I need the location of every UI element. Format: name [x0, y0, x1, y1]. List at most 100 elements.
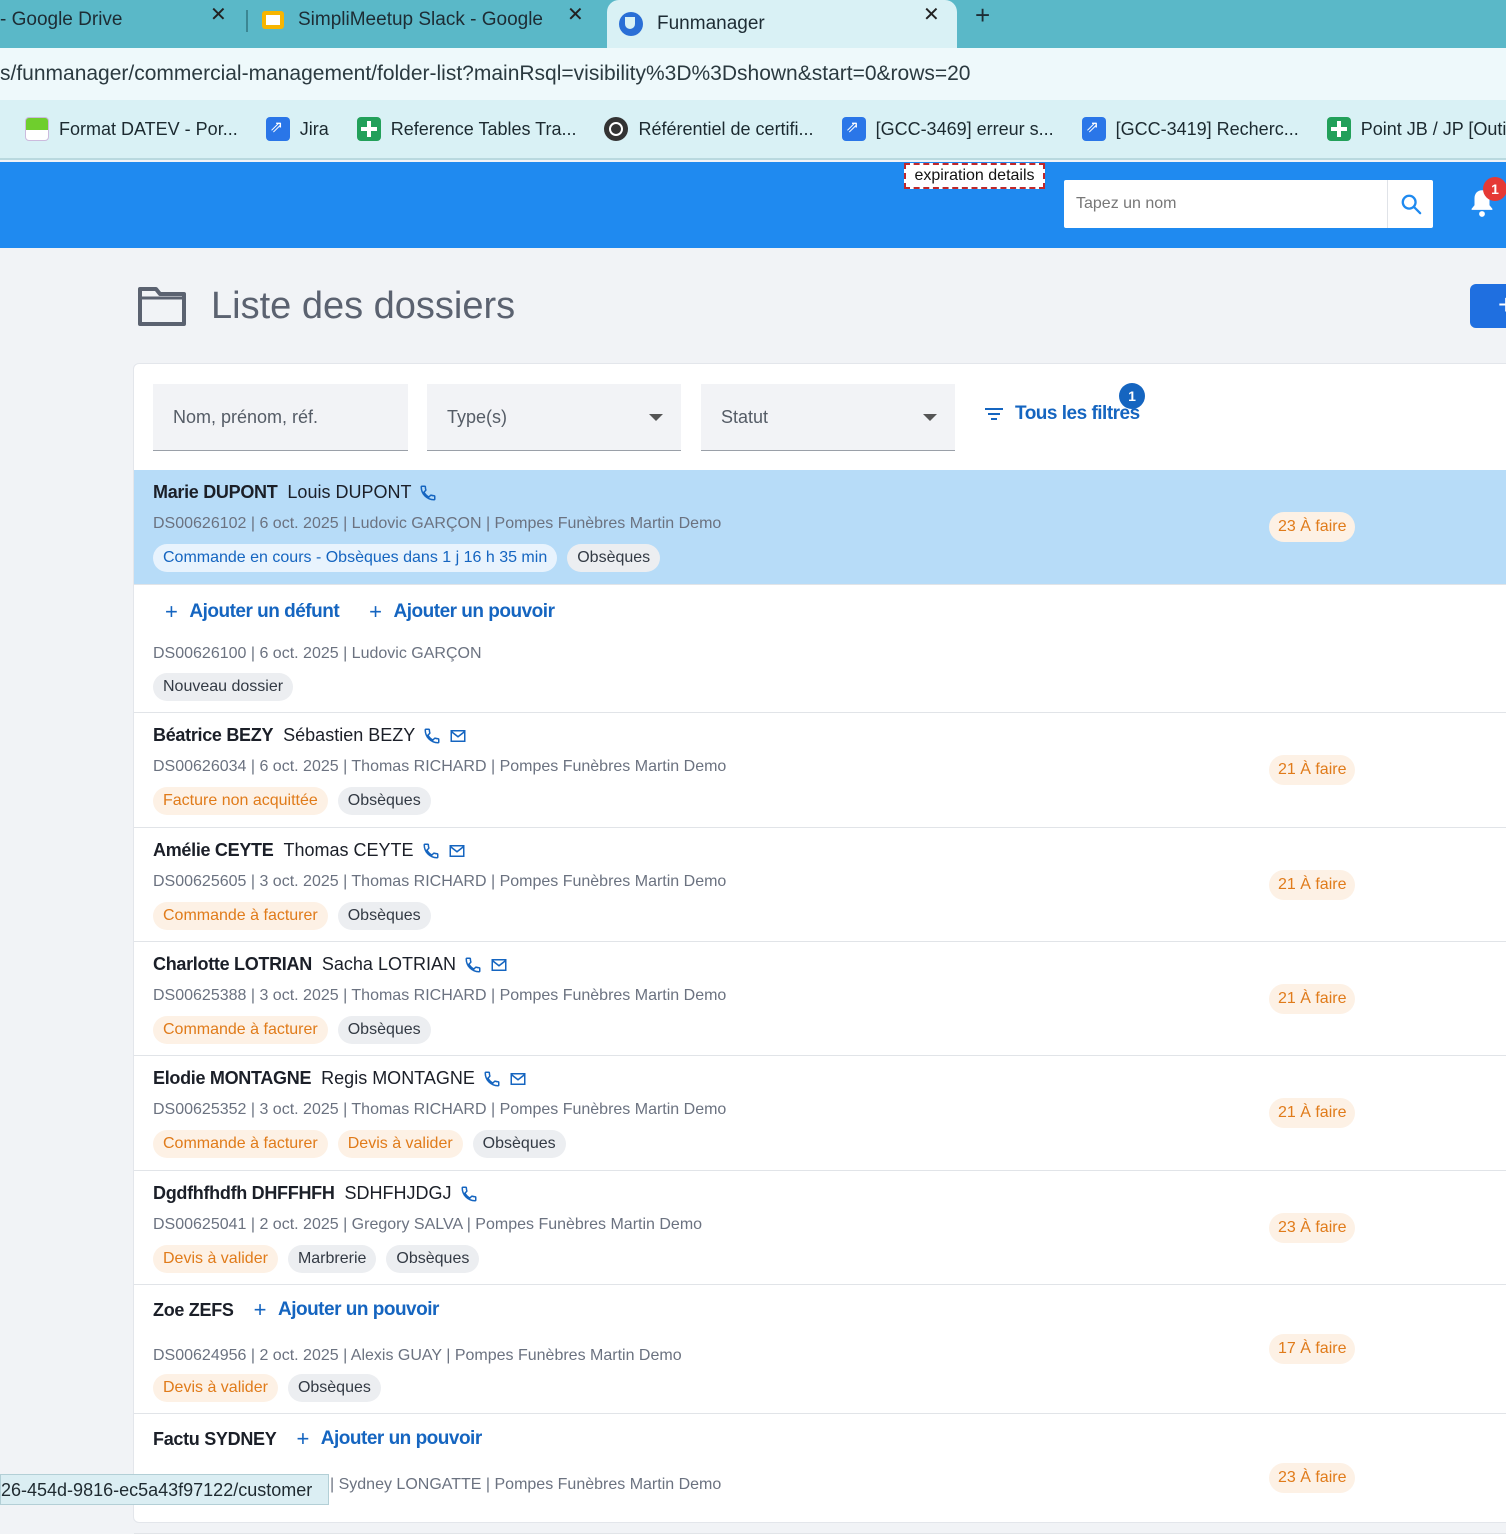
add-deceased-link[interactable]: + Ajouter un défunt: [165, 599, 340, 625]
search-button[interactable]: [1387, 180, 1433, 228]
todo-count-badge[interactable]: 21 À faire: [1269, 870, 1356, 900]
deceased-name[interactable]: Elodie MONTAGNE: [153, 1068, 311, 1089]
all-filters-button[interactable]: Tous les filtres: [985, 403, 1140, 425]
status-tags: Devis à valider Obsèques: [153, 1374, 391, 1402]
tab-separator: [246, 10, 248, 32]
tab-funmanager[interactable]: Funmanager ✕: [607, 0, 957, 48]
add-power-link[interactable]: + Ajouter un pouvoir: [254, 1297, 440, 1323]
phone-icon[interactable]: [419, 484, 437, 502]
phone-icon[interactable]: [460, 1185, 478, 1203]
plus-doc-icon: [356, 117, 381, 141]
table-row[interactable]: + Ajouter un défunt + Ajouter un pouvoir DS0…: [134, 585, 1506, 713]
contact-name: SDHFHJDGJ: [344, 1183, 452, 1203]
todo-count-badge[interactable]: 21 À faire: [1269, 1098, 1356, 1128]
row-names: Elodie MONTAGNE Regis MONTAGNE: [153, 1068, 535, 1089]
table-row[interactable]: Charlotte LOTRIAN Sacha LOTRIAN DS00625388…: [134, 942, 1506, 1056]
status-badge: Marbrerie: [287, 1245, 377, 1273]
bookmark-gcc-3419[interactable]: [GCC-3419] Recherc...: [1081, 117, 1299, 141]
type-filter-select[interactable]: Type(s): [427, 384, 681, 451]
deceased-name[interactable]: Dgdfhfhdfh DHFFHFH: [153, 1183, 335, 1204]
search-input[interactable]: [1064, 195, 1384, 213]
todo-count-badge[interactable]: 17 À faire: [1269, 1334, 1356, 1364]
todo-count-badge[interactable]: 23 À faire: [1269, 1463, 1356, 1493]
table-row[interactable]: Marie DUPONT Louis DUPONT DS00626102 | 6 o…: [134, 470, 1506, 585]
status-badge: Devis à valider: [337, 1130, 463, 1158]
link-label: Ajouter un pouvoir: [277, 1299, 439, 1320]
status-filter-label: Statut: [721, 406, 769, 427]
add-power-link[interactable]: + Ajouter un pouvoir: [296, 1426, 482, 1452]
table-row[interactable]: Béatrice BEZY Sébastien BEZY DS00626034 | …: [134, 713, 1506, 828]
chevron-down-icon: [649, 414, 663, 421]
table-row[interactable]: Factu SYDNEY + Ajouter un pouvoir | Sydney …: [134, 1414, 1506, 1534]
row-names: Factu SYDNEY + Ajouter un pouvoir: [153, 1426, 512, 1452]
folder-meta: DS00626034 | 6 oct. 2025 | Thomas RICHAR…: [153, 758, 727, 775]
search-icon: [1401, 194, 1421, 215]
deceased-name[interactable]: Amélie CEYTE: [153, 840, 274, 861]
link-label: Ajouter un pouvoir: [393, 601, 555, 622]
deceased-name[interactable]: Marie DUPONT: [153, 482, 278, 503]
plus-icon: +: [296, 1426, 309, 1451]
mail-icon[interactable]: [509, 1070, 527, 1088]
todo-count-badge[interactable]: 23 À faire: [1269, 1213, 1356, 1243]
active-filters-badge: 1: [1119, 383, 1145, 409]
bookmark-label: Point JB / JP [Outils...: [1360, 118, 1506, 139]
phone-icon[interactable]: [483, 1070, 501, 1088]
datev-icon: [25, 117, 49, 141]
slides-icon: [262, 11, 284, 29]
bookmark-format-datev[interactable]: Format DATEV - Por...: [25, 117, 238, 141]
deceased-name[interactable]: Zoe ZEFS: [153, 1300, 234, 1321]
tab-slack-slides[interactable]: SimpliMeetup Slack - Google Sl ✕: [262, 0, 602, 40]
close-icon[interactable]: ✕: [923, 2, 940, 27]
bookmark-jira[interactable]: Jira: [265, 117, 329, 141]
bookmark-label: Référentiel de certifi...: [638, 118, 814, 139]
table-row[interactable]: Zoe ZEFS + Ajouter un pouvoir DS00624956 | …: [134, 1285, 1506, 1414]
bookmark-label: Reference Tables Tra...: [390, 118, 577, 139]
deceased-name[interactable]: Factu SYDNEY: [153, 1429, 277, 1450]
row-names: Zoe ZEFS + Ajouter un pouvoir: [153, 1297, 469, 1323]
create-folder-button[interactable]: +: [1470, 284, 1506, 328]
bookmark-label: Format DATEV - Por...: [59, 118, 238, 139]
tab-title: - Google Drive: [0, 9, 123, 30]
jira-icon: [265, 117, 290, 141]
status-badge: Commande à facturer: [153, 1130, 328, 1158]
deceased-name[interactable]: Charlotte LOTRIAN: [153, 954, 312, 975]
new-tab-button[interactable]: +: [975, 0, 990, 31]
close-icon[interactable]: ✕: [210, 2, 227, 27]
status-tags: Nouveau dossier: [153, 673, 303, 701]
phone-icon[interactable]: [422, 842, 440, 860]
bookmark-reference-tables[interactable]: Reference Tables Tra...: [356, 117, 577, 141]
plus-doc-icon: [1326, 117, 1351, 141]
url-text: s/funmanager/commercial-management/folde…: [0, 62, 971, 85]
todo-count-badge[interactable]: 23 À faire: [1269, 512, 1356, 542]
phone-icon[interactable]: [464, 956, 482, 974]
add-power-link[interactable]: + Ajouter un pouvoir: [369, 599, 555, 625]
bookmark-gcc-3469[interactable]: [GCC-3469] erreur s...: [841, 117, 1054, 141]
globe-icon: [604, 117, 629, 141]
status-badge: Obsèques: [337, 1016, 431, 1044]
table-row[interactable]: Elodie MONTAGNE Regis MONTAGNE DS00625352 …: [134, 1056, 1506, 1171]
phone-icon[interactable]: [423, 727, 441, 745]
table-row[interactable]: Amélie CEYTE Thomas CEYTE DS00625605 | 3 o…: [134, 828, 1506, 942]
deceased-name[interactable]: Béatrice BEZY: [153, 725, 273, 746]
page-title: Liste des dossiers: [211, 285, 516, 327]
tab-google-drive[interactable]: - Google Drive ✕: [0, 0, 240, 40]
status-filter-select[interactable]: Statut: [701, 384, 955, 451]
status-badge: Obsèques: [472, 1130, 566, 1158]
table-row[interactable]: Dgdfhfhdfh DHFFHFH SDHFHJDGJ DS00625041 | …: [134, 1171, 1506, 1285]
folder-icon: [138, 287, 186, 326]
address-bar[interactable]: s/funmanager/commercial-management/folde…: [0, 48, 1506, 100]
close-icon[interactable]: ✕: [567, 2, 584, 27]
link-label: Ajouter un pouvoir: [320, 1428, 482, 1449]
bookmark-referentiel[interactable]: Référentiel de certifi...: [604, 117, 814, 141]
todo-count-badge[interactable]: 21 À faire: [1269, 755, 1356, 785]
name-search: [1064, 180, 1433, 228]
mail-icon[interactable]: [490, 956, 508, 974]
status-badge: Obsèques: [287, 1374, 381, 1402]
mail-icon[interactable]: [448, 842, 466, 860]
mail-icon[interactable]: [449, 727, 467, 745]
todo-count-badge[interactable]: 21 À faire: [1269, 984, 1356, 1014]
status-tags: Devis à valider Marbrerie Obsèques: [153, 1245, 489, 1273]
status-tags: Commande en cours - Obsèques dans 1 j 16…: [153, 544, 670, 572]
name-filter-input[interactable]: Nom, prénom, réf.: [153, 384, 408, 451]
bookmark-point-jb-jp[interactable]: Point JB / JP [Outils...: [1326, 117, 1506, 141]
